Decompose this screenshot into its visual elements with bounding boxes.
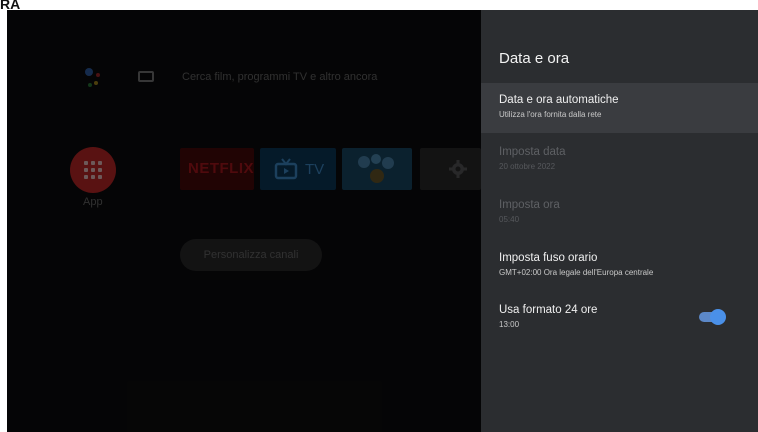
row-title: Imposta data bbox=[499, 146, 566, 158]
row-subtitle: 05:40 bbox=[499, 215, 520, 224]
set-time-zone-item[interactable]: Imposta fuso orario GMT+02:00 Ora legale… bbox=[481, 241, 758, 291]
apps-button[interactable] bbox=[70, 147, 116, 193]
gear-icon bbox=[449, 160, 467, 178]
tv-icon bbox=[274, 158, 298, 180]
automatic-date-time-item[interactable]: Data e ora automatiche Utilizza l'ora fo… bbox=[481, 83, 758, 133]
photos-tile[interactable] bbox=[342, 148, 412, 190]
settings-tile[interactable] bbox=[420, 148, 481, 190]
tv-screen: Cerca film, programmi TV e altro ancora … bbox=[7, 10, 758, 432]
date-time-settings-panel: Data e ora Data e ora automatiche Utiliz… bbox=[481, 10, 758, 432]
apps-label: App bbox=[83, 196, 103, 208]
set-time-item[interactable]: Imposta ora 05:40 bbox=[481, 188, 758, 238]
customize-channels-button[interactable]: Personalizza canali bbox=[180, 239, 322, 271]
toggle-knob bbox=[710, 309, 726, 325]
row-title: Imposta ora bbox=[499, 199, 560, 211]
search-input[interactable]: Cerca film, programmi TV e altro ancora bbox=[182, 71, 377, 83]
row-subtitle: GMT+02:00 Ora legale dell'Europa central… bbox=[499, 268, 654, 277]
netflix-tile[interactable]: NETFLIX bbox=[180, 148, 254, 190]
use-24-hour-format-item[interactable]: Usa formato 24 ore 13:00 bbox=[481, 293, 758, 343]
tv-label: TV bbox=[305, 161, 325, 178]
panel-title: Data e ora bbox=[499, 50, 570, 67]
set-date-item[interactable]: Imposta data 20 ottobre 2022 bbox=[481, 135, 758, 185]
row-subtitle: Utilizza l'ora fornita dalla rete bbox=[499, 110, 602, 119]
grid-icon bbox=[84, 161, 102, 179]
row-subtitle: 20 ottobre 2022 bbox=[499, 162, 556, 171]
google-assistant-icon[interactable] bbox=[79, 64, 105, 90]
row-title: Data e ora automatiche bbox=[499, 94, 619, 106]
photos-icon bbox=[358, 154, 394, 183]
24-hour-format-toggle[interactable] bbox=[699, 309, 726, 325]
keyboard-icon[interactable] bbox=[138, 71, 154, 82]
netflix-logo: NETFLIX bbox=[188, 160, 254, 177]
home-screen: Cerca film, programmi TV e altro ancora … bbox=[7, 10, 481, 432]
live-tv-tile[interactable]: TV bbox=[260, 148, 336, 190]
row-title: Imposta fuso orario bbox=[499, 252, 598, 264]
